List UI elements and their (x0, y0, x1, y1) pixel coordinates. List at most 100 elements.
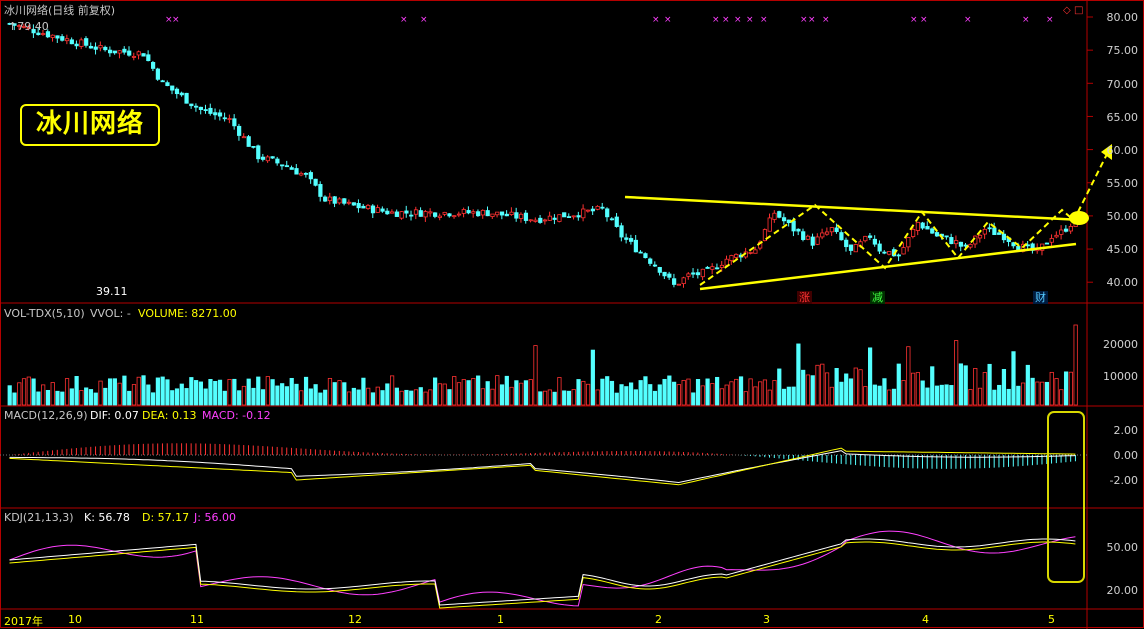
candle-body (796, 228, 801, 232)
candle-body (380, 208, 385, 212)
candle-body (844, 239, 849, 248)
volume-bar (93, 392, 98, 406)
volume-bar (805, 374, 811, 406)
volume-bar (299, 390, 304, 406)
square-icon: □ (1074, 5, 1083, 16)
candle-body (64, 38, 70, 42)
vol-tick: 20000 (1103, 338, 1138, 351)
volume-bar (820, 363, 825, 406)
event-tag-finance[interactable]: 财 (1033, 291, 1048, 304)
candle-body (767, 217, 772, 232)
volume-bar (868, 347, 873, 406)
volume-bar (552, 391, 557, 406)
candle-body (547, 215, 552, 221)
candle-body (308, 172, 313, 180)
event-marker: × (964, 15, 972, 25)
volume-bar (198, 381, 203, 406)
candle-body (174, 88, 180, 95)
candle-body (557, 214, 562, 222)
volume-bar (557, 377, 562, 406)
candle-body (509, 211, 514, 216)
candle-body (1025, 244, 1030, 247)
candle-body (466, 210, 471, 214)
volume-bar (1035, 381, 1040, 406)
vol-indicator-name[interactable]: VOL-TDX(5,10) (4, 307, 85, 320)
volume-bar (519, 382, 524, 406)
price-tick: 75.00 (1106, 44, 1139, 57)
volume-bar (672, 381, 677, 406)
event-marker: × (420, 15, 428, 25)
candle-body (734, 253, 739, 258)
volume-bar (901, 379, 906, 406)
volume-bar (1040, 381, 1045, 406)
candle-body (638, 251, 643, 254)
candle-body (906, 237, 911, 248)
volume-bar (103, 387, 108, 406)
volume-bar (174, 388, 180, 406)
volume-bar (409, 390, 414, 406)
volume-bar (863, 386, 868, 406)
candle-body (303, 172, 309, 175)
volume-bar (1068, 371, 1073, 406)
candle-body (600, 206, 605, 209)
volume-bar (241, 385, 247, 406)
candle-body (868, 235, 873, 238)
volume-bar (844, 373, 849, 406)
candle-body (1054, 234, 1059, 238)
candle-body (471, 211, 476, 214)
candle-body (107, 49, 113, 54)
macd-indicator-name[interactable]: MACD(12,26,9) (4, 409, 88, 422)
volume-bar (26, 376, 31, 406)
volume-bar (667, 375, 672, 406)
volume-bar (848, 378, 854, 406)
candle-body (1016, 246, 1021, 251)
candle-body (657, 267, 662, 273)
candle-body (815, 236, 820, 245)
candle-body (925, 226, 930, 230)
candle-body (461, 209, 466, 214)
candle-body (318, 184, 323, 197)
candle-body (700, 268, 705, 278)
candle-body (801, 231, 806, 240)
volume-bar (418, 387, 423, 406)
volume-bar (686, 378, 691, 406)
price-tick: 50.00 (1106, 210, 1139, 223)
candle-body (433, 212, 438, 217)
volume-bar (920, 380, 925, 406)
kdj-indicator-name[interactable]: KDJ(21,13,3) (4, 511, 74, 524)
candle-body (930, 228, 935, 234)
volume-bar (480, 388, 486, 406)
volume-bar (318, 392, 323, 406)
event-marker: × (746, 15, 754, 25)
price-tick: 65.00 (1106, 111, 1139, 124)
candle-body (490, 213, 495, 218)
candle-body (585, 209, 591, 212)
volume-bar (571, 389, 576, 406)
volume-bar (289, 377, 294, 406)
macd-tick: 0.00 (1113, 449, 1139, 462)
volume-bar (327, 378, 333, 406)
candle-body (342, 198, 347, 204)
volume-bar (107, 378, 113, 406)
event-tag-up[interactable]: 涨 (797, 291, 812, 304)
breakout-point (1069, 211, 1089, 225)
volume-bar (7, 385, 12, 406)
volume-bar (117, 382, 122, 406)
volume-bar (1025, 364, 1030, 406)
volume-bar (74, 376, 79, 406)
volume-bar (84, 387, 89, 406)
candle-body (409, 214, 414, 217)
volume-bar (609, 380, 615, 406)
chart-title: 冰川网络(日线 前复权) (4, 4, 116, 17)
event-tag-down[interactable]: 减 (870, 291, 885, 304)
volume-bar (977, 387, 983, 406)
candle-body (265, 156, 270, 162)
volume-bar (313, 384, 318, 406)
volume-bar (1016, 385, 1021, 406)
event-marker: × (734, 15, 742, 25)
volume-bar (705, 378, 710, 406)
volume-bar (748, 378, 753, 406)
volume-bar (131, 384, 137, 406)
volume-bar (50, 382, 55, 406)
volume-bar (973, 368, 978, 406)
